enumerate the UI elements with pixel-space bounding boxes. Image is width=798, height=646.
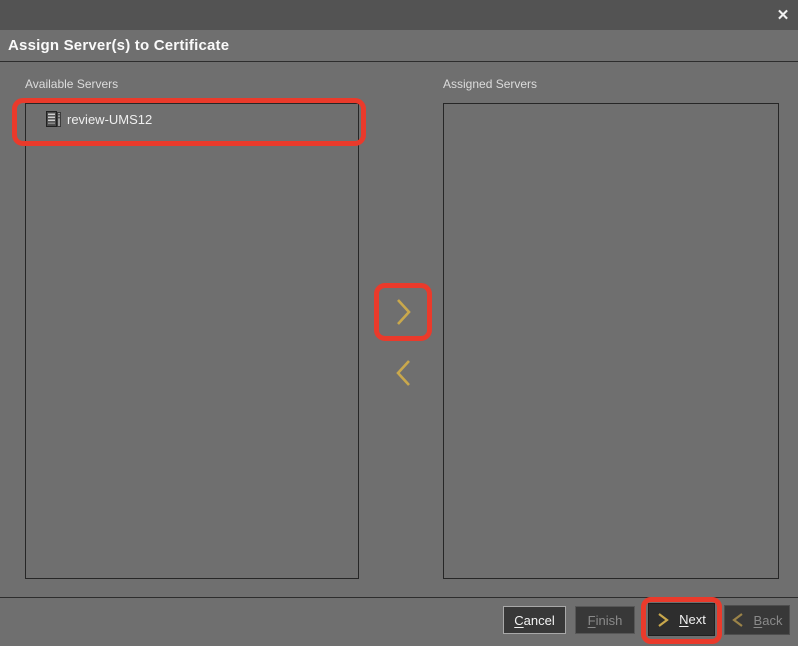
chevron-left-icon xyxy=(732,612,744,628)
chevron-right-icon xyxy=(395,297,412,327)
server-icon xyxy=(46,111,61,127)
footer-separator xyxy=(0,597,798,598)
chevron-left-icon xyxy=(395,358,412,388)
page-title: Assign Server(s) to Certificate xyxy=(0,37,229,54)
assigned-servers-list[interactable] xyxy=(443,103,779,579)
move-right-button[interactable] xyxy=(381,290,425,334)
available-servers-label: Available Servers xyxy=(25,77,118,91)
available-servers-list[interactable]: review-UMS12 xyxy=(25,103,359,579)
list-item[interactable]: review-UMS12 xyxy=(26,105,358,133)
dialog-header: Assign Server(s) to Certificate xyxy=(0,30,798,62)
cancel-button[interactable]: Cancel xyxy=(503,606,566,634)
assigned-servers-label: Assigned Servers xyxy=(443,77,537,91)
chevron-right-icon xyxy=(657,612,669,628)
back-button-label: Back xyxy=(754,613,783,628)
next-button-label: Next xyxy=(679,612,706,627)
server-name: review-UMS12 xyxy=(67,112,152,127)
close-icon[interactable]: ✕ xyxy=(770,3,796,27)
finish-button[interactable]: Finish xyxy=(575,606,635,634)
back-button[interactable]: Back xyxy=(724,605,790,635)
move-left-button[interactable] xyxy=(381,351,425,395)
next-button[interactable]: Next xyxy=(648,603,715,636)
title-bar: ✕ xyxy=(0,0,798,30)
cancel-button-label: Cancel xyxy=(514,613,554,628)
finish-button-label: Finish xyxy=(588,613,623,628)
